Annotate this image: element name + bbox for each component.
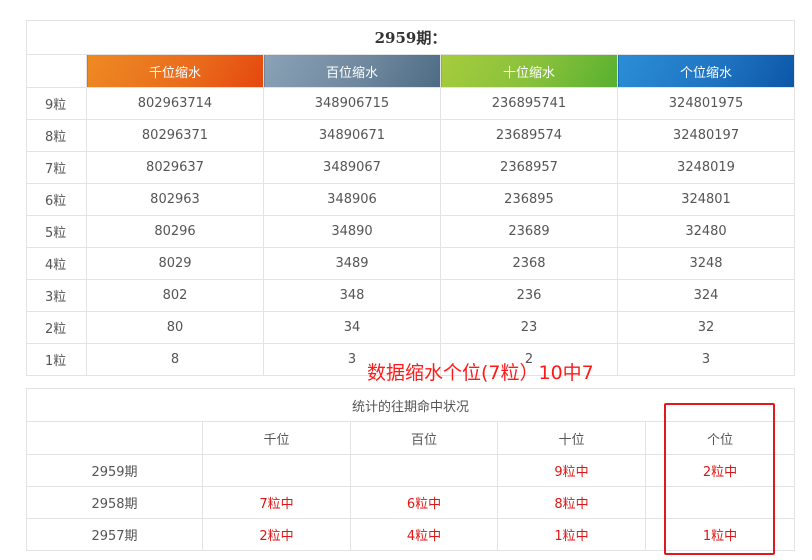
hit-tens: 9粒中	[497, 454, 646, 487]
row-label: 1粒	[26, 343, 87, 376]
result-annotation: 数据缩水个位(7粒）10中7	[367, 362, 594, 384]
row-label: 5粒	[26, 215, 87, 248]
cell-tens: 23689	[440, 215, 618, 248]
cell-thousands: 80296371	[86, 119, 264, 152]
row-label: 6粒	[26, 183, 87, 216]
cell-units: 324801975	[616, 87, 796, 120]
row-label: 8粒	[26, 119, 87, 152]
hit-tens: 1粒中	[497, 518, 646, 551]
column-header-row: 千位缩水 百位缩水 十位缩水 个位缩水	[26, 54, 796, 88]
table-row: 6粒 802963 348906 236895 324801	[26, 183, 796, 216]
cell-hundreds: 3489067	[263, 151, 441, 184]
shrink-table: 2959期： 千位缩水 百位缩水 十位缩水 个位缩水 9粒 802963714 …	[25, 20, 796, 376]
cell-thousands: 8	[86, 343, 264, 376]
cell-thousands: 8029	[86, 247, 264, 280]
table-row: 7粒 8029637 3489067 2368957 3248019	[26, 151, 796, 184]
hit-thousands: 2粒中	[202, 518, 351, 551]
cell-hundreds: 34890	[263, 215, 441, 248]
cell-units: 3	[616, 343, 796, 376]
cell-tens: 23	[440, 311, 618, 344]
stats-header-thousands: 千位	[202, 421, 351, 455]
cell-hundreds: 3489	[263, 247, 441, 280]
row-label: 4粒	[26, 247, 87, 280]
header-tens: 十位缩水	[440, 54, 618, 88]
table-row: 2粒 80 34 23 32	[26, 311, 796, 344]
cell-hundreds: 348906	[263, 183, 441, 216]
row-label: 3粒	[26, 279, 87, 312]
cell-tens: 236895741	[440, 87, 618, 120]
cell-tens: 2368957	[440, 151, 618, 184]
table-row: 3粒 802 348 236 324	[26, 279, 796, 312]
cell-thousands: 80	[86, 311, 264, 344]
table-row: 9粒 802963714 348906715 236895741 3248019…	[26, 87, 796, 120]
header-thousands: 千位缩水	[86, 54, 264, 88]
row-label: 7粒	[26, 151, 87, 184]
row-label: 2粒	[26, 311, 87, 344]
cell-thousands: 802963714	[86, 87, 264, 120]
cell-tens: 23689574	[440, 119, 618, 152]
cell-units: 324801	[616, 183, 796, 216]
cell-hundreds: 34890671	[263, 119, 441, 152]
cell-units: 3248	[616, 247, 796, 280]
hit-hundreds	[350, 454, 498, 487]
cell-thousands: 8029637	[86, 151, 264, 184]
stats-header-corner	[26, 421, 203, 455]
header-corner	[26, 54, 87, 88]
cell-thousands: 802963	[86, 183, 264, 216]
table-row: 5粒 80296 34890 23689 32480	[26, 215, 796, 248]
cell-units: 3248019	[616, 151, 796, 184]
table-row: 4粒 8029 3489 2368 3248	[26, 247, 796, 280]
cell-hundreds: 34	[263, 311, 441, 344]
cell-hundreds: 348	[263, 279, 441, 312]
header-units: 个位缩水	[616, 54, 796, 88]
hit-tens: 8粒中	[497, 486, 646, 519]
cell-units: 32480197	[616, 119, 796, 152]
cell-tens: 236	[440, 279, 618, 312]
cell-hundreds: 348906715	[263, 87, 441, 120]
stats-header-hundreds: 百位	[350, 421, 498, 455]
cell-tens: 236895	[440, 183, 618, 216]
period-title-row: 2959期：	[25, 20, 796, 55]
hit-thousands	[202, 454, 351, 487]
header-hundreds: 百位缩水	[263, 54, 441, 88]
cell-units: 32	[616, 311, 796, 344]
hit-thousands: 7粒中	[202, 486, 351, 519]
cell-units: 32480	[616, 215, 796, 248]
stats-period: 2959期	[26, 454, 203, 487]
hit-hundreds: 4粒中	[350, 518, 498, 551]
row-label: 9粒	[26, 87, 87, 120]
stats-period: 2958期	[26, 486, 203, 519]
table-row: 8粒 80296371 34890671 23689574 32480197	[26, 119, 796, 152]
units-highlight-box	[664, 403, 775, 555]
period-title: 2959期：	[25, 20, 796, 55]
cell-thousands: 802	[86, 279, 264, 312]
stats-header-tens: 十位	[497, 421, 646, 455]
stats-period: 2957期	[26, 518, 203, 551]
hit-hundreds: 6粒中	[350, 486, 498, 519]
cell-units: 324	[616, 279, 796, 312]
cell-thousands: 80296	[86, 215, 264, 248]
cell-tens: 2368	[440, 247, 618, 280]
